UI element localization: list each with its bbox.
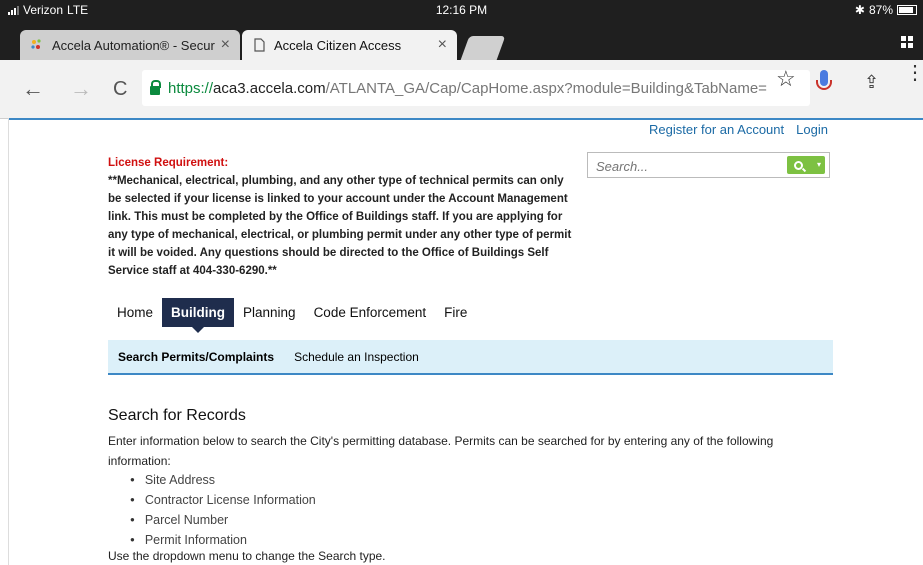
license-title: License Requirement:: [108, 157, 229, 169]
battery-icon: [897, 5, 917, 15]
status-bar: Verizon LTE 12:16 PM ✱ 87%: [0, 0, 923, 20]
search-box: ▾: [587, 152, 830, 178]
page-icon: [254, 38, 265, 52]
nav-fire[interactable]: Fire: [435, 298, 476, 327]
status-right: ✱ 87%: [855, 3, 917, 17]
tab-title: Accela Citizen Access: [274, 37, 402, 53]
reload-icon[interactable]: C: [113, 78, 127, 101]
register-link[interactable]: Register for an Account: [649, 122, 784, 137]
main-nav: Home Building Planning Code Enforcement …: [108, 298, 476, 333]
tab-strip: Accela Automation® - Secur × Accela Citi…: [0, 20, 923, 60]
bookmark-star-icon[interactable]: ☆: [776, 66, 796, 92]
close-tab-icon[interactable]: ×: [221, 36, 230, 54]
bluetooth-icon: ✱: [854, 3, 865, 17]
dropdown-note: Use the dropdown menu to change the Sear…: [108, 549, 386, 563]
more-menu-icon[interactable]: ⋮: [905, 63, 923, 83]
nav-building[interactable]: Building: [162, 298, 235, 333]
account-links: Register for an Account Login: [649, 122, 828, 137]
license-notice: License Requirement: **Mechanical, elect…: [108, 154, 578, 280]
address-bar[interactable]: https:// aca3.accela.com /ATLANTA_GA/Cap…: [142, 70, 810, 106]
url-scheme: https://: [168, 79, 214, 97]
lock-icon: [150, 79, 161, 95]
chevron-down-icon[interactable]: ▾: [817, 160, 821, 169]
new-tab-button[interactable]: [460, 36, 506, 60]
list-item: Contractor License Information: [130, 490, 316, 510]
url-domain: aca3.accela.com: [213, 79, 326, 97]
login-link[interactable]: Login: [796, 122, 828, 137]
page-content: Register for an Account Login License Re…: [0, 118, 923, 565]
search-icon: [794, 160, 803, 170]
url-path: /ATLANTA_GA/Cap/CapHome.aspx?module=Buil…: [325, 79, 767, 97]
nav-planning[interactable]: Planning: [234, 298, 305, 327]
clock: 12:16 PM: [435, 3, 488, 17]
nav-home[interactable]: Home: [108, 298, 162, 327]
subnav-schedule-inspection[interactable]: Schedule an Inspection: [284, 350, 429, 364]
list-item: Site Address: [130, 470, 316, 490]
nav-code-enforcement[interactable]: Code Enforcement: [305, 298, 436, 327]
list-item: Permit Information: [130, 530, 316, 550]
list-item: Parcel Number: [130, 510, 316, 530]
microphone-icon[interactable]: [816, 70, 832, 90]
forward-icon[interactable]: →: [70, 76, 92, 102]
tab-switcher-icon[interactable]: [901, 36, 913, 48]
tab-title: Accela Automation® - Secur: [52, 37, 215, 53]
left-border: [8, 118, 9, 565]
header-divider: [8, 118, 923, 120]
subnav-search-permits[interactable]: Search Permits/Complaints: [108, 350, 284, 364]
search-criteria-list: Site Address Contractor License Informat…: [130, 470, 316, 550]
share-icon[interactable]: ⇪: [864, 72, 879, 93]
search-input[interactable]: [594, 154, 778, 178]
section-title: Search for Records: [108, 407, 246, 424]
browser-toolbar: ← → C https:// aca3.accela.com /ATLANTA_…: [0, 60, 923, 119]
accela-favicon-icon: [31, 39, 41, 49]
license-body: **Mechanical, electrical, plumbing, and …: [108, 175, 572, 277]
back-icon[interactable]: ←: [22, 76, 44, 102]
tab-accela-citizen-access[interactable]: Accela Citizen Access ×: [242, 30, 457, 60]
close-tab-icon[interactable]: ×: [438, 36, 447, 54]
tab-accela-automation[interactable]: Accela Automation® - Secur ×: [20, 30, 240, 60]
search-button[interactable]: ▾: [787, 156, 825, 174]
section-description: Enter information below to search the Ci…: [108, 434, 774, 468]
battery-percent: 87%: [868, 3, 893, 17]
sub-nav: Search Permits/Complaints Schedule an In…: [108, 340, 833, 375]
